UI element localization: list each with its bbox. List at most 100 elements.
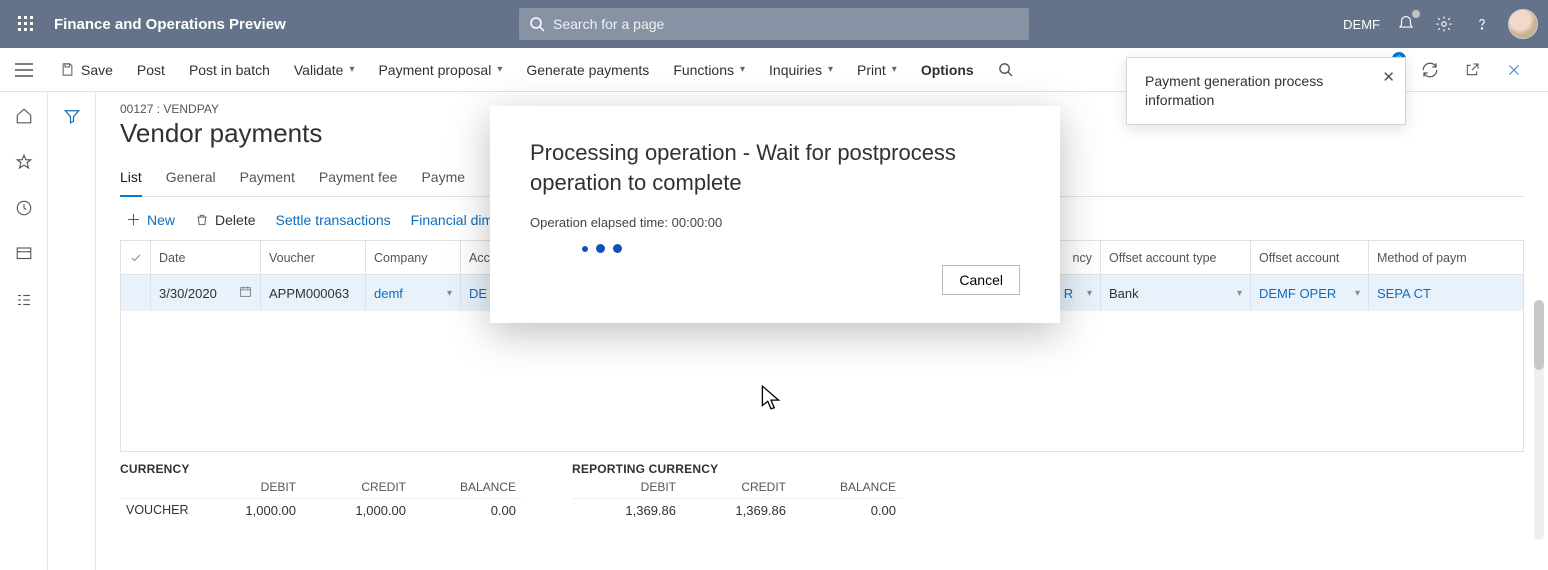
inquiries-button[interactable]: Inquiries▾ — [757, 48, 845, 92]
modules-icon[interactable] — [12, 288, 36, 312]
bell-icon[interactable] — [1394, 12, 1418, 36]
sum-debit-header: DEBIT — [572, 476, 682, 498]
chevron-down-icon[interactable]: ▾ — [447, 288, 452, 299]
currency-summary: CURRENCY DEBIT CREDIT BALANCE VOUCHER 1,… — [120, 462, 522, 522]
col-offset-type[interactable]: Offset account type — [1101, 241, 1251, 274]
loading-indicator — [582, 244, 1020, 253]
summary-section: CURRENCY DEBIT CREDIT BALANCE VOUCHER 1,… — [120, 462, 1524, 522]
col-method[interactable]: Method of paym — [1369, 241, 1499, 274]
sum-credit-header: CREDIT — [682, 476, 792, 498]
scrollbar-thumb[interactable] — [1534, 300, 1544, 370]
sum-credit-value: 1,369.86 — [682, 498, 792, 522]
toast-text: Payment generation process information — [1145, 73, 1323, 108]
sum-balance-header: BALANCE — [792, 476, 902, 498]
cell-offset-type[interactable]: Bank▾ — [1101, 275, 1251, 311]
modal-elapsed-time: Operation elapsed time: 00:00:00 — [530, 215, 1020, 230]
close-icon[interactable] — [1498, 54, 1530, 86]
sum-debit-value: 1,000.00 — [192, 498, 302, 522]
sum-debit-value: 1,369.86 — [572, 498, 682, 522]
tab-general[interactable]: General — [166, 163, 216, 196]
sum-balance-header: BALANCE — [412, 476, 522, 498]
col-voucher[interactable]: Voucher — [261, 241, 366, 274]
popout-icon[interactable] — [1456, 54, 1488, 86]
options-button[interactable]: Options — [909, 48, 986, 92]
chevron-down-icon: ▾ — [497, 64, 502, 75]
filter-pane — [48, 92, 96, 570]
chevron-down-icon[interactable]: ▾ — [1237, 288, 1242, 299]
sum-debit-header: DEBIT — [192, 476, 302, 498]
vertical-scrollbar[interactable] — [1534, 300, 1544, 540]
chevron-down-icon: ▾ — [892, 64, 897, 75]
help-icon[interactable] — [1470, 12, 1494, 36]
post-button[interactable]: Post — [125, 48, 177, 92]
search-input[interactable] — [519, 8, 1029, 40]
top-right: DEMF — [1343, 9, 1538, 39]
recent-icon[interactable] — [12, 196, 36, 220]
close-icon[interactable]: ✕ — [1382, 68, 1395, 88]
generate-payments-button[interactable]: Generate payments — [514, 48, 661, 92]
search-container — [519, 8, 1029, 40]
save-button[interactable]: Save — [48, 48, 125, 92]
payment-proposal-button[interactable]: Payment proposal▾ — [366, 48, 514, 92]
currency-summary-title: CURRENCY — [120, 462, 522, 476]
chevron-down-icon: ▾ — [740, 64, 745, 75]
row-checkbox[interactable] — [121, 275, 151, 311]
functions-button[interactable]: Functions▾ — [661, 48, 757, 92]
refresh-icon[interactable] — [1414, 54, 1446, 86]
reporting-summary-title: REPORTING CURRENCY — [572, 462, 902, 476]
chevron-down-icon[interactable]: ▾ — [1087, 288, 1092, 299]
plus-icon: ＋ — [126, 209, 141, 230]
hamburger-icon[interactable] — [0, 48, 48, 92]
home-icon[interactable] — [12, 104, 36, 128]
chevron-down-icon: ▾ — [349, 64, 354, 75]
gear-icon[interactable] — [1432, 12, 1456, 36]
new-button[interactable]: ＋New — [126, 209, 175, 230]
app-title: Finance and Operations Preview — [54, 16, 286, 33]
filter-icon[interactable] — [60, 104, 84, 128]
find-button[interactable] — [986, 48, 1025, 92]
grid-select-all[interactable] — [121, 241, 151, 274]
chevron-down-icon[interactable]: ▾ — [1355, 288, 1360, 299]
grid-empty-area — [121, 311, 1523, 451]
col-date[interactable]: Date — [151, 241, 261, 274]
cell-voucher[interactable]: APPM000063 — [261, 275, 366, 311]
tab-payment-extra[interactable]: Payme — [421, 163, 465, 196]
print-button[interactable]: Print▾ — [845, 48, 909, 92]
company-indicator[interactable]: DEMF — [1343, 17, 1380, 32]
cancel-button[interactable]: Cancel — [942, 265, 1020, 295]
tab-payment[interactable]: Payment — [240, 163, 295, 196]
sum-balance-value: 0.00 — [412, 498, 522, 522]
delete-button[interactable]: Delete — [195, 212, 255, 228]
financial-dimensions-button[interactable]: Financial dime — [411, 212, 501, 228]
save-label: Save — [81, 62, 113, 78]
tab-payment-fee[interactable]: Payment fee — [319, 163, 398, 196]
top-bar: Finance and Operations Preview DEMF — [0, 0, 1548, 48]
star-icon[interactable] — [12, 150, 36, 174]
sum-balance-value: 0.00 — [792, 498, 902, 522]
calendar-icon[interactable] — [239, 285, 252, 301]
reporting-currency-summary: REPORTING CURRENCY DEBIT CREDIT BALANCE … — [572, 462, 902, 522]
cell-company[interactable]: demf▾ — [366, 275, 461, 311]
trash-icon — [195, 213, 209, 227]
chevron-down-icon: ▾ — [828, 64, 833, 75]
app-launcher-icon[interactable] — [10, 8, 42, 40]
validate-button[interactable]: Validate▾ — [282, 48, 367, 92]
modal-title: Processing operation - Wait for postproc… — [530, 138, 1020, 197]
workspace-icon[interactable] — [12, 242, 36, 266]
cell-date[interactable]: 3/30/2020 — [151, 275, 261, 311]
col-offset-account[interactable]: Offset account — [1251, 241, 1369, 274]
cell-method[interactable]: SEPA CT — [1369, 275, 1499, 311]
tab-list[interactable]: List — [120, 163, 142, 197]
sum-credit-value: 1,000.00 — [302, 498, 412, 522]
col-company[interactable]: Company — [366, 241, 461, 274]
search-icon — [529, 16, 545, 35]
avatar[interactable] — [1508, 9, 1538, 39]
sum-row-voucher: VOUCHER — [120, 498, 192, 522]
sum-credit-header: CREDIT — [302, 476, 412, 498]
cell-offset-account[interactable]: DEMF OPER▾ — [1251, 275, 1369, 311]
settle-transactions-button[interactable]: Settle transactions — [276, 212, 391, 228]
post-in-batch-button[interactable]: Post in batch — [177, 48, 282, 92]
toast-notification: Payment generation process information ✕ — [1126, 57, 1406, 125]
notification-dot — [1412, 10, 1420, 18]
processing-modal: Processing operation - Wait for postproc… — [490, 106, 1060, 323]
